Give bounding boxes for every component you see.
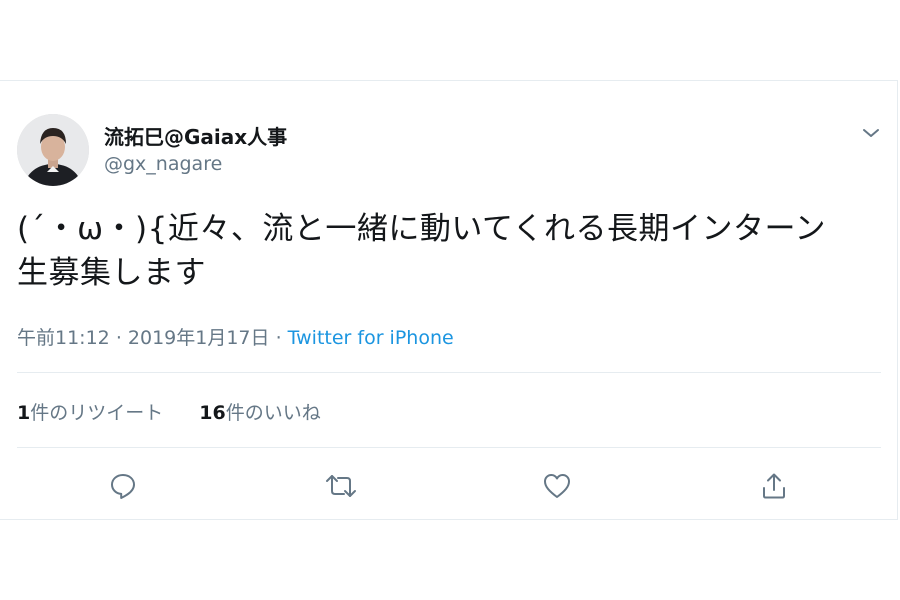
display-name[interactable]: 流拓巳@Gaiax人事 [104,121,287,150]
divider [17,447,881,448]
retweet-icon [326,475,356,497]
share-button[interactable] [757,469,791,503]
user-handle[interactable]: @gx_nagare [104,153,222,175]
more-options-button[interactable] [858,121,884,145]
tweet-meta: 午前11:12 · 2019年1月17日 · Twitter for iPhon… [17,323,454,350]
tweet-timestamp[interactable]: 午前11:12 · 2019年1月17日 [17,327,270,349]
tweet-time: 午前11:12 [17,327,110,349]
share-icon [763,473,785,499]
tweet-card: 流拓巳@Gaiax人事 @gx_nagare (´・ω・){近々、流と一緒に動い… [0,80,898,520]
retweet-stat[interactable]: 1件のリツイート [17,402,163,424]
tweet-text: (´・ω・){近々、流と一緒に動いてくれる長期インターン 生募集します [17,207,887,295]
retweet-count: 1 [17,402,31,424]
divider [17,372,881,373]
like-label: 件のいいね [225,402,321,424]
heart-icon [544,474,570,498]
reply-icon [111,474,135,499]
chevron-down-icon [863,129,879,137]
tweet-stats: 1件のリツイート 16件のいいね [17,398,351,425]
meta-separator: · [115,327,122,349]
reply-button[interactable] [106,469,140,503]
meta-separator: · [275,327,282,349]
retweet-button[interactable] [324,469,358,503]
tweet-source-link[interactable]: Twitter for iPhone [288,327,454,349]
tweet-text-line: 生募集します [17,255,206,291]
like-count: 16 [199,402,226,424]
like-button[interactable] [540,469,574,503]
tweet-text-line: (´・ω・){近々、流と一緒に動いてくれる長期インターン [17,211,826,247]
tweet-date: 2019年1月17日 [127,327,270,349]
retweet-label: 件のリツイート [30,402,164,424]
avatar[interactable] [17,114,89,186]
avatar-image [17,114,89,186]
like-stat[interactable]: 16件のいいね [199,402,320,424]
